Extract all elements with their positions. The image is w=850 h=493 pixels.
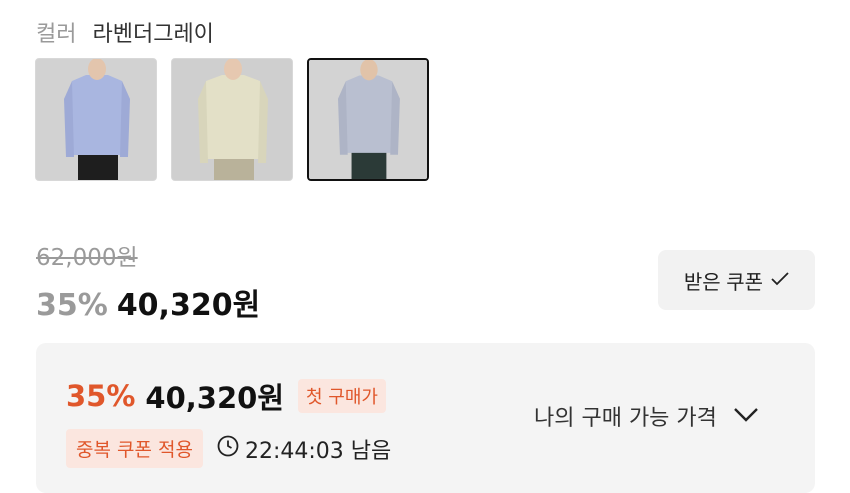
duplicate-coupon-badge: 중복 쿠폰 적용 [66,429,203,468]
cream-shirt-image [172,59,292,180]
clock-icon [217,435,239,463]
color-swatch-list [35,58,429,181]
my-price-panel: 35% 40,320원 첫 구매가 중복 쿠폰 적용 22:44:03 남음 나… [36,343,815,493]
first-purchase-badge: 첫 구매가 [298,379,386,413]
received-coupon-button[interactable]: 받은 쿠폰 [658,250,815,310]
chevron-down-icon [733,404,759,429]
panel-discount-rate: 35% [66,379,136,413]
countdown-timer: 22:44:03 남음 [217,433,391,465]
my-price-toggle[interactable]: 나의 구매 가능 가격 [534,400,759,432]
sale-price: 40,320원 [116,288,261,323]
lavender-grey-shirt-image [309,60,427,179]
coupon-button-label: 받은 쿠폰 [683,271,764,294]
coupon-timer-row: 중복 쿠폰 적용 22:44:03 남음 [66,429,391,468]
panel-price: 40,320원 [145,381,285,415]
timer-text: 22:44:03 남음 [244,438,392,464]
color-selector-header: 컬러 라벤더그레이 [36,16,214,48]
color-label: 컬러 [36,22,77,47]
color-swatch-blue[interactable] [35,58,157,181]
check-icon [771,269,789,292]
first-purchase-price-row: 35% 40,320원 첫 구매가 [66,375,386,417]
selected-color-name: 라벤더그레이 [92,22,214,47]
sale-price-row: 35% 40,320원 [36,280,260,324]
color-swatch-cream[interactable] [171,58,293,181]
blue-shirt-image [36,59,156,180]
discount-rate: 35% [36,288,108,323]
my-price-label: 나의 구매 가능 가격 [534,406,717,431]
color-swatch-lavender-grey[interactable] [307,58,429,181]
original-price: 62,000원 [36,245,138,271]
